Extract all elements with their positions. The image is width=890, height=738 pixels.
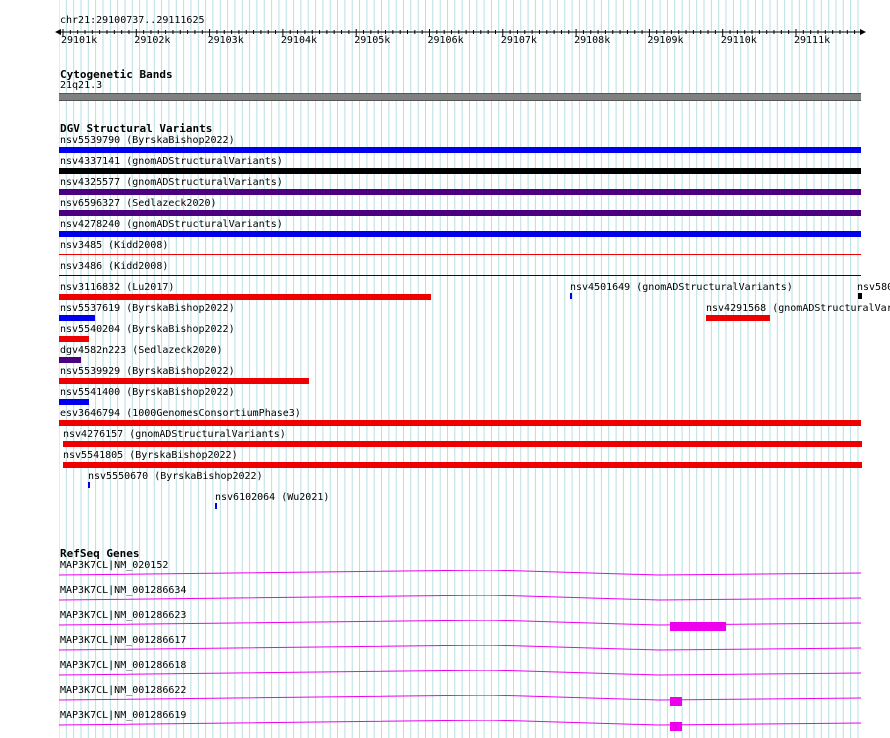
dgv-feature-bar[interactable] [215, 503, 217, 509]
dgv-feature-label[interactable]: nsv4291568 (gnomADStructuralVar [706, 303, 890, 315]
dgv-feature-bar[interactable] [706, 315, 770, 321]
refseq-transcript-line[interactable] [59, 695, 861, 703]
ruler-tick-label: 29108k [574, 35, 611, 46]
cyto-band-bar[interactable] [59, 93, 861, 101]
dgv-feature-bar[interactable] [63, 441, 862, 447]
dgv-feature-label[interactable]: esv3646794 (1000GenomesConsortiumPhase3) [60, 408, 301, 420]
dgv-feature-bar[interactable] [59, 378, 309, 384]
dgv-feature-bar[interactable] [59, 210, 861, 216]
dgv-feature-bar[interactable] [59, 399, 89, 405]
dgv-feature-label[interactable]: nsv3485 (Kidd2008) [60, 240, 168, 252]
ruler-tick-label: 29107k [500, 35, 537, 46]
dgv-feature-label[interactable]: nsv6596327 (Sedlazeck2020) [60, 198, 217, 210]
dgv-feature-bar[interactable] [59, 231, 861, 237]
refseq-exon-block[interactable] [670, 722, 682, 731]
refseq-track-title[interactable]: RefSeq Genes [60, 547, 139, 560]
dgv-feature-bar[interactable] [59, 147, 861, 153]
refseq-transcript-line[interactable] [59, 645, 861, 653]
dgv-feature-bar[interactable] [59, 275, 861, 276]
dgv-feature-bar[interactable] [858, 293, 862, 299]
ruler-tick-label: 29102k [134, 35, 171, 46]
refseq-exon-block[interactable] [670, 622, 726, 631]
dgv-feature-bar[interactable] [59, 420, 861, 426]
dgv-feature-label[interactable]: nsv5537619 (ByrskaBishop2022) [60, 303, 235, 315]
dgv-feature-label[interactable]: nsv5539790 (ByrskaBishop2022) [60, 135, 235, 147]
ruler-tick-label: 29104k [280, 35, 318, 46]
dgv-feature-label[interactable]: nsv4337141 (gnomADStructuralVariants) [60, 156, 283, 168]
ruler-tick-label: 29109k [647, 35, 684, 46]
ruler-tick-label: 29106k [427, 35, 464, 46]
refseq-transcript-line[interactable] [59, 570, 861, 578]
dgv-feature-bar[interactable] [59, 189, 861, 195]
dgv-feature-label[interactable]: nsv4501649 (gnomADStructuralVariants) [570, 282, 793, 294]
ruler-tick-label: 29105k [354, 35, 391, 46]
dgv-feature-label[interactable]: nsv3486 (Kidd2008) [60, 261, 168, 273]
cyto-band-label: 21q21.3 [60, 80, 103, 91]
dgv-feature-label[interactable]: nsv4278240 (gnomADStructuralVariants) [60, 219, 283, 231]
refseq-transcript-line[interactable] [59, 720, 861, 728]
dgv-feature-bar[interactable] [59, 254, 861, 255]
dgv-feature-label[interactable]: nsv3116832 (Lu2017) [60, 282, 174, 294]
refseq-transcript-line[interactable] [59, 620, 861, 628]
dgv-feature-label[interactable]: nsv5550670 (ByrskaBishop2022) [88, 471, 263, 483]
ruler-tick-label: 29111k [794, 35, 831, 46]
refseq-transcript-line[interactable] [59, 595, 861, 603]
ruler-tick-label: 29101k [61, 35, 98, 46]
dgv-feature-bar[interactable] [570, 293, 572, 299]
dgv-feature-label[interactable]: dgv4582n223 (Sedlazeck2020) [60, 345, 223, 357]
ruler-tick-label: 29103k [207, 35, 244, 46]
dgv-feature-label[interactable]: nsv5541400 (ByrskaBishop2022) [60, 387, 235, 399]
dgv-feature-bar[interactable] [59, 294, 431, 300]
dgv-feature-bar[interactable] [59, 357, 81, 363]
dgv-feature-bar[interactable] [63, 462, 862, 468]
dgv-feature-label[interactable]: nsv5540204 (ByrskaBishop2022) [60, 324, 235, 336]
dgv-feature-bar[interactable] [59, 315, 95, 321]
dgv-feature-label[interactable]: nsv5541805 (ByrskaBishop2022) [63, 450, 238, 462]
dgv-feature-label[interactable]: nsv4325577 (gnomADStructuralVariants) [60, 177, 283, 189]
dgv-feature-bar[interactable] [59, 168, 861, 174]
dgv-feature-label[interactable]: nsv4276157 (gnomADStructuralVariants) [63, 429, 286, 441]
refseq-transcript-line[interactable] [59, 670, 861, 678]
refseq-exon-block[interactable] [670, 697, 682, 706]
ruler-tick-label: 29110k [720, 35, 757, 46]
dgv-feature-label[interactable]: nsv5539929 (ByrskaBishop2022) [60, 366, 235, 378]
dgv-feature-bar[interactable] [59, 336, 89, 342]
dgv-feature-label[interactable]: nsv6102064 (Wu2021) [215, 492, 329, 504]
dgv-track-title[interactable]: DGV Structural Variants [60, 122, 212, 135]
dgv-feature-bar[interactable] [88, 482, 90, 488]
